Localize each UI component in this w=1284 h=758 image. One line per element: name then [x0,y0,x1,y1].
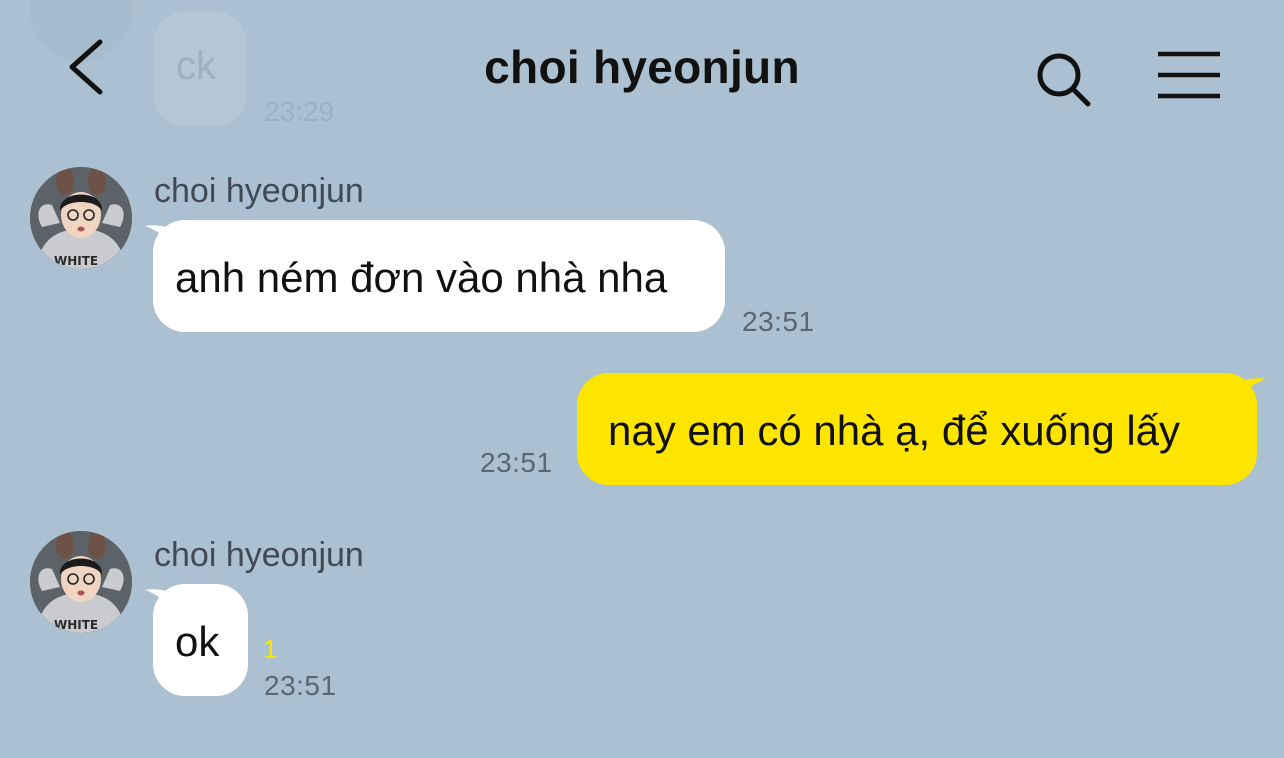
menu-button[interactable] [1156,50,1222,102]
chat-screen: ck 23:29 choi hyeonjun WHITE choi hyeonj… [0,0,1284,758]
search-icon [1037,53,1091,107]
sender-name: choi hyeonjun [154,536,364,574]
svg-text:WHITE: WHITE [54,254,98,268]
unread-count: 1 [263,634,278,664]
message-text: ok [175,618,220,665]
message-time: 23:51 [264,670,337,701]
avatar[interactable]: WHITE [30,531,132,633]
hamburger-menu-icon [1158,51,1220,99]
profile-photo-icon: WHITE [30,167,132,269]
message-time: 23:51 [742,306,815,337]
message-text: nay em có nhà ạ, để xuống lấy [608,407,1181,454]
message-bubble[interactable]: nay em có nhà ạ, để xuống lấy [577,373,1257,485]
chevron-left-icon [69,39,103,95]
message-time: 23:51 [480,447,553,478]
back-button[interactable] [60,36,120,98]
message-bubble[interactable]: anh ném đơn vào nhà nha [153,220,725,332]
message-bubble[interactable]: ok [153,584,248,696]
sender-name: choi hyeonjun [154,172,364,210]
search-button[interactable] [1034,50,1094,110]
profile-photo-icon: WHITE [30,531,132,633]
bubble-tail [1236,378,1266,401]
message-text: anh ném đơn vào nhà nha [175,254,668,301]
avatar[interactable]: WHITE [30,167,132,269]
svg-text:WHITE: WHITE [54,618,98,632]
chat-header: choi hyeonjun [0,0,1284,140]
